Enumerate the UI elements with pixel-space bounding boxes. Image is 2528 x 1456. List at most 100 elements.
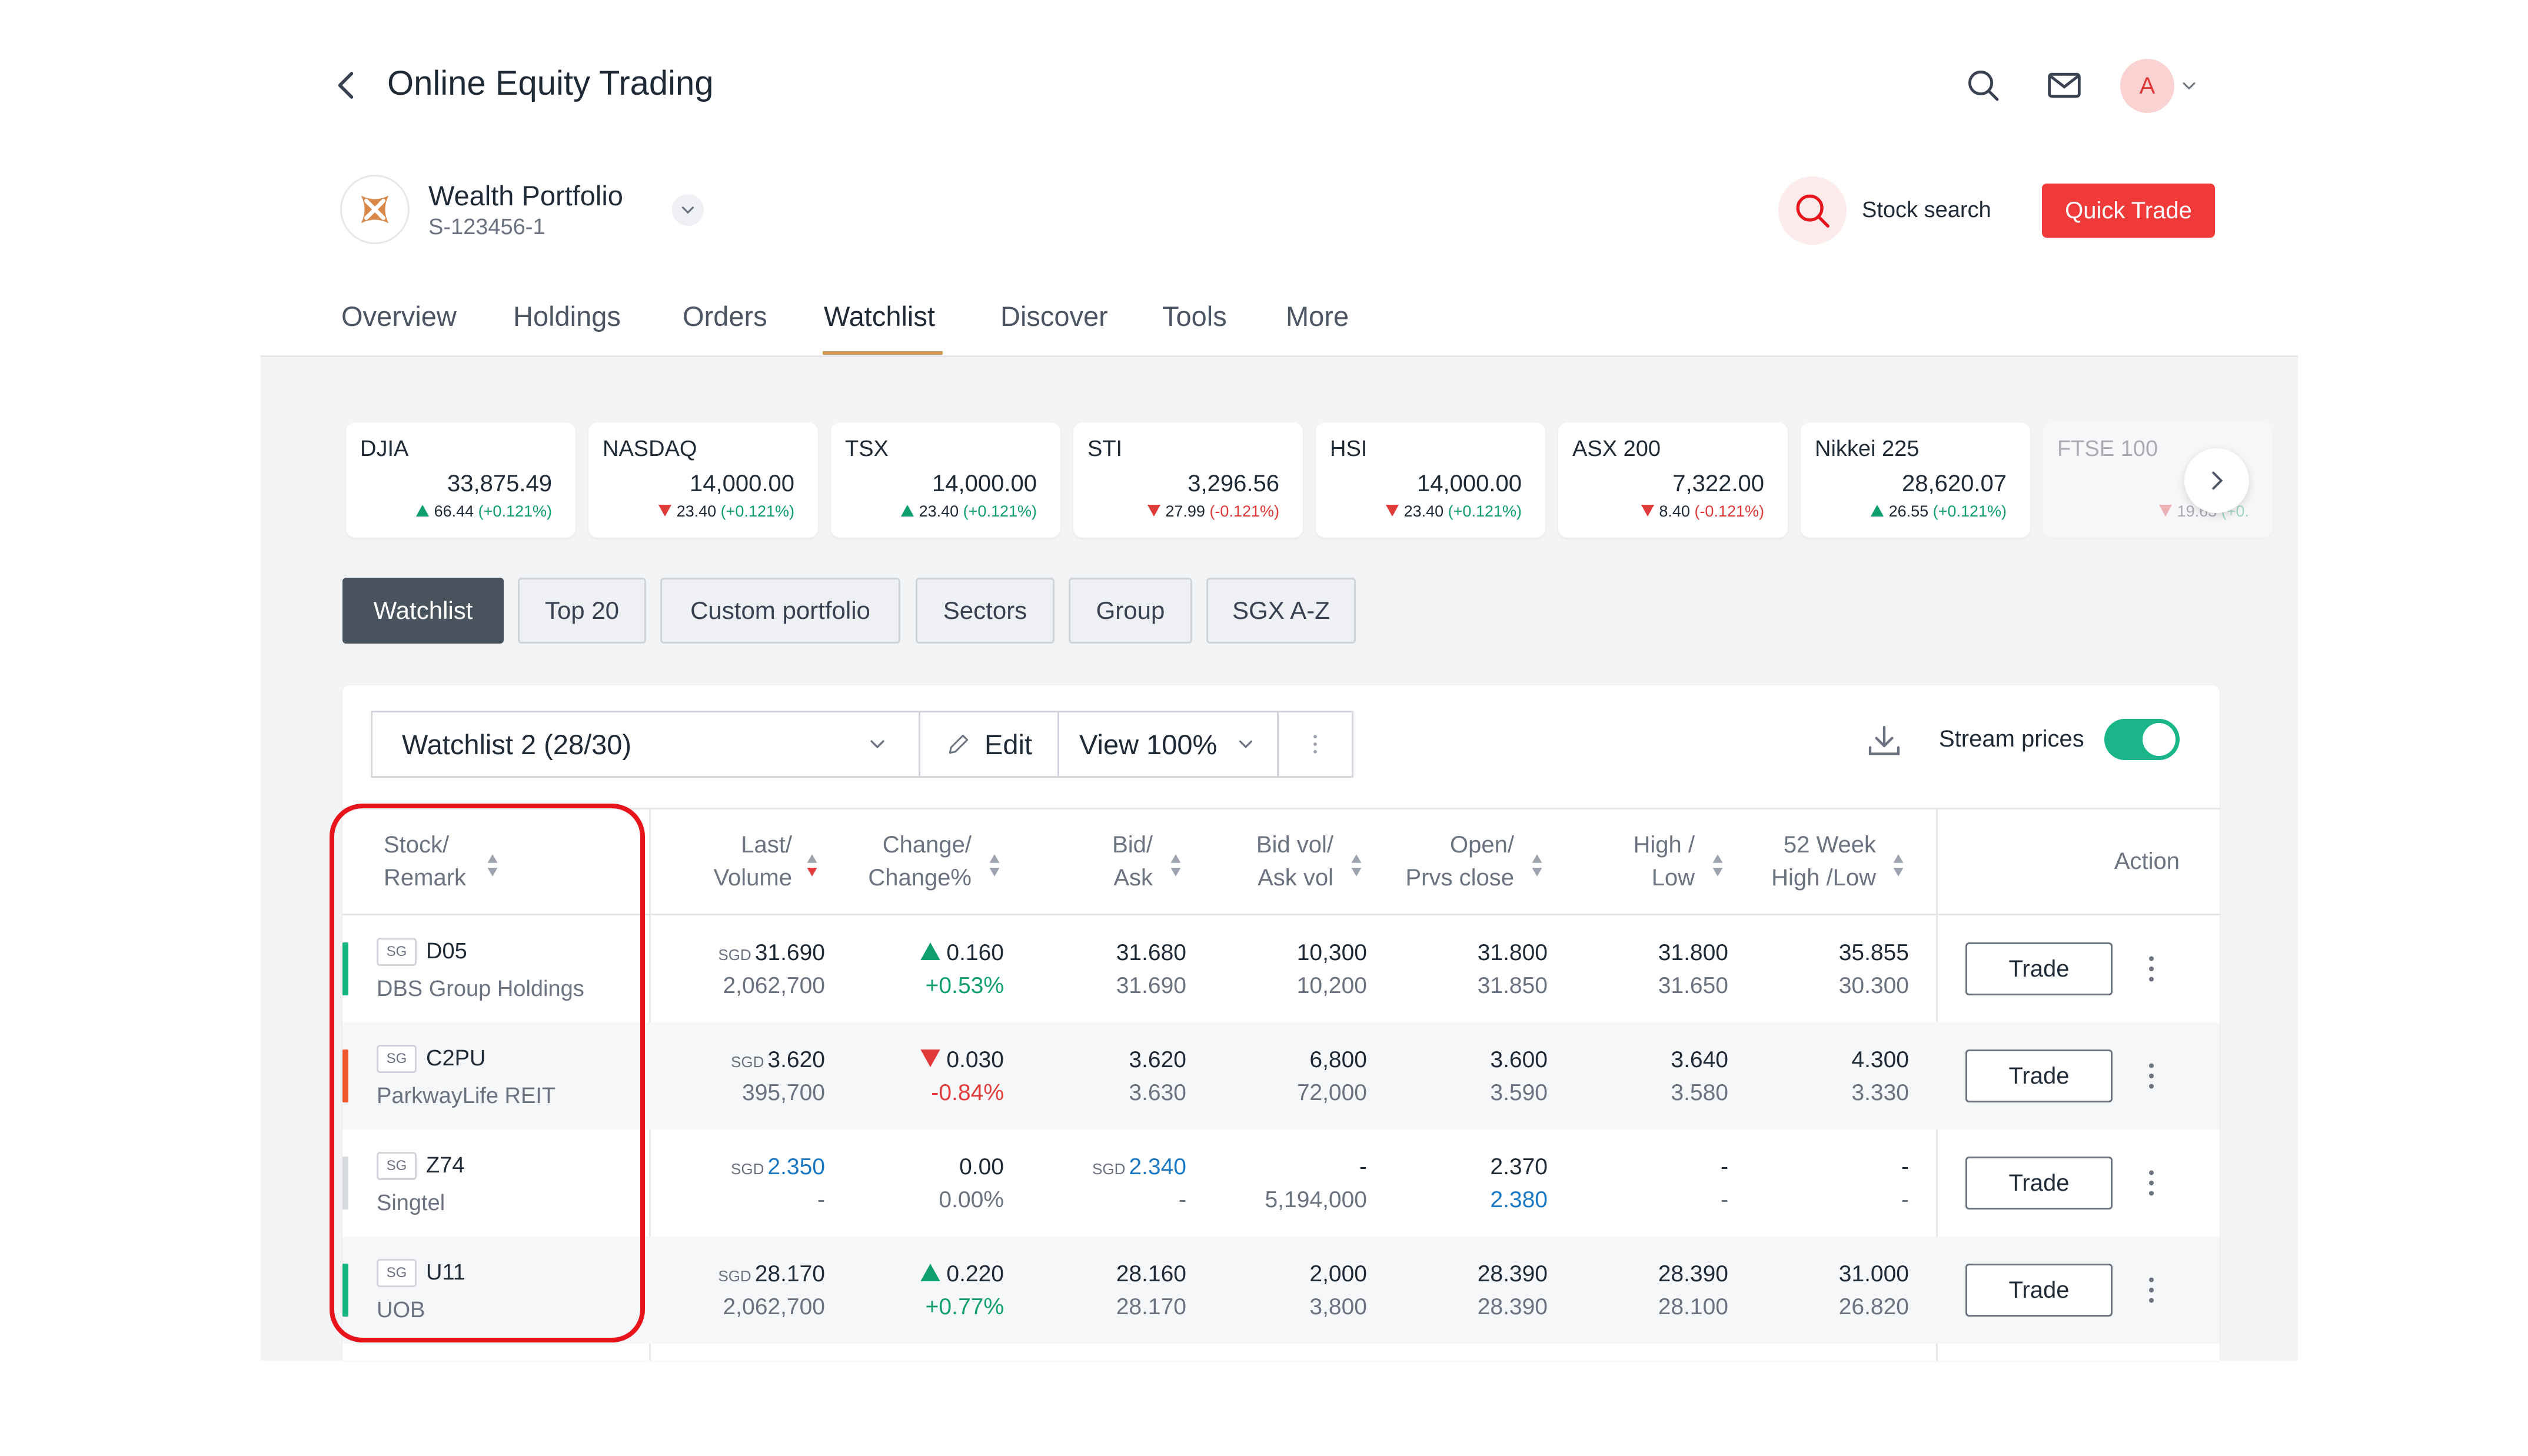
open-price: 2.370 [1490,1154,1548,1180]
change-value: 0.160 [920,940,1004,966]
stock-search-button[interactable] [1778,176,1847,245]
up-arrow-icon [920,1264,940,1281]
week52-high: 31.000 [1838,1261,1909,1287]
week52-low: 3.330 [1851,1080,1909,1105]
trade-button[interactable]: Trade [1965,1049,2113,1102]
previous-close: 2.380 [1490,1187,1548,1212]
watchlist-select[interactable]: Watchlist 2 (28/30) [371,711,920,778]
mail-icon[interactable] [2045,66,2083,104]
change-value: 0.030 [920,1047,1004,1073]
week52-high: 4.300 [1851,1047,1909,1072]
header-open[interactable]: Open/Prvs close [1406,828,1515,894]
quick-trade-button[interactable]: Quick Trade [2042,184,2215,238]
down-arrow-icon [920,1049,940,1067]
back-arrow-icon[interactable] [330,68,365,103]
trade-button[interactable]: Trade [1965,942,2113,995]
edit-label: Edit [984,728,1032,760]
ask-volume: 3,800 [1309,1294,1367,1320]
low-price: 3.580 [1671,1080,1728,1105]
low-price: 28.100 [1658,1294,1728,1320]
header-action: Action [2114,848,2180,874]
more-vertical-icon[interactable] [2146,951,2157,987]
header-52-week[interactable]: 52 Week High /Low [1771,828,1876,894]
more-vertical-icon[interactable] [2146,1272,2157,1308]
trade-button[interactable]: Trade [1965,1157,2113,1210]
bid-price: 3.620 [1129,1047,1186,1072]
index-card[interactable]: NASDAQ 14,000.00 23.40 (+0.121%) [588,422,818,538]
index-name: STI [1087,437,1123,461]
last-price: SGD 28.170 [718,1261,825,1287]
bid-volume: - [1359,1154,1367,1180]
up-arrow-icon [415,505,430,517]
stream-prices-toggle[interactable] [2104,719,2180,760]
header-high-low[interactable]: High / Low [1634,828,1695,894]
week52-high: 35.855 [1838,940,1909,965]
category-custom-portfolio[interactable]: Custom portfolio [660,578,900,644]
chevron-down-icon[interactable] [2178,75,2200,96]
sort-icon[interactable] [1531,853,1544,881]
index-card[interactable]: STI 3,296.56 27.99 (-0.121%) [1073,422,1303,538]
index-value: 3,296.56 [1188,471,1279,497]
tab-overview[interactable]: Overview [341,300,457,332]
more-vertical-icon[interactable] [2146,1058,2157,1094]
previous-close: 3.590 [1490,1080,1548,1105]
down-arrow-icon [2158,505,2173,517]
tab-orders[interactable]: Orders [683,300,767,332]
sort-icon[interactable] [1892,853,1905,881]
sort-icon[interactable] [1169,853,1182,881]
stock-search-label[interactable]: Stock search [1862,198,1991,223]
search-icon[interactable] [1964,66,2002,104]
down-arrow-icon [658,505,672,517]
category-watchlist[interactable]: Watchlist [342,578,504,644]
sort-icon[interactable] [1711,853,1724,881]
active-tab-indicator [823,351,943,355]
view-zoom-select[interactable]: View 100% [1057,711,1279,778]
ask-price: 31.690 [1116,973,1186,998]
trade-button[interactable]: Trade [1965,1264,2113,1317]
sort-icon[interactable] [1350,853,1363,881]
toolbar-more-button[interactable] [1277,711,1353,778]
tab-watchlist[interactable]: Watchlist [824,300,935,332]
change-percent: +0.53% [925,973,1004,998]
week52-low: 30.300 [1838,973,1909,998]
index-card[interactable]: HSI 14,000.00 23.40 (+0.121%) [1316,422,1545,538]
index-value: 14,000.00 [690,471,794,497]
index-card[interactable]: DJIA 33,875.49 66.44 (+0.121%) [346,422,576,538]
tab-tools[interactable]: Tools [1162,300,1227,332]
up-arrow-icon [900,505,914,517]
category-top-20[interactable]: Top 20 [518,578,646,644]
header-last[interactable]: Last/Volume [714,828,792,894]
tab-more[interactable]: More [1286,300,1349,332]
index-card[interactable]: Nikkei 225 28,620.07 26.55 (+0.121%) [1801,422,2030,538]
change-percent: -0.84% [931,1080,1004,1105]
index-value: 14,000.00 [1417,471,1522,497]
volume: 2,062,700 [723,973,825,998]
index-card[interactable]: TSX 14,000.00 23.40 (+0.121%) [831,422,1060,538]
category-group[interactable]: Group [1069,578,1192,644]
category-sectors[interactable]: Sectors [916,578,1055,644]
change-percent: +0.77% [925,1294,1004,1320]
low-price: - [1721,1187,1728,1212]
index-card[interactable]: ASX 200 7,322.00 8.40 (-0.121%) [1558,422,1788,538]
index-change: 23.40 (+0.121%) [1385,502,1522,521]
header-bid[interactable]: Bid/Ask [1112,828,1153,894]
index-change: 23.40 (+0.121%) [658,502,794,521]
header-change[interactable]: Change/Change% [868,828,972,894]
sort-arrows-icon [1170,854,1181,877]
sort-arrows-icon [807,854,817,877]
indices-next-button[interactable] [2184,448,2249,513]
sort-icon[interactable] [988,853,1001,881]
tab-discover[interactable]: Discover [1000,300,1108,332]
edit-button[interactable]: Edit [919,711,1059,778]
avatar[interactable]: A [2120,59,2174,113]
portfolio-dropdown-button[interactable] [672,194,704,226]
sort-icon[interactable] [806,853,819,881]
pencil-icon [949,734,969,754]
header-bid-vol[interactable]: Bid vol/Ask vol [1256,828,1333,894]
tab-holdings[interactable]: Holdings [513,300,621,332]
more-vertical-icon[interactable] [2146,1165,2157,1201]
week52-low: 26.820 [1838,1294,1909,1320]
download-icon[interactable] [1865,722,1903,760]
category-sgx-a-z[interactable]: SGX A-Z [1206,578,1356,644]
index-change: 66.44 (+0.121%) [415,502,552,521]
